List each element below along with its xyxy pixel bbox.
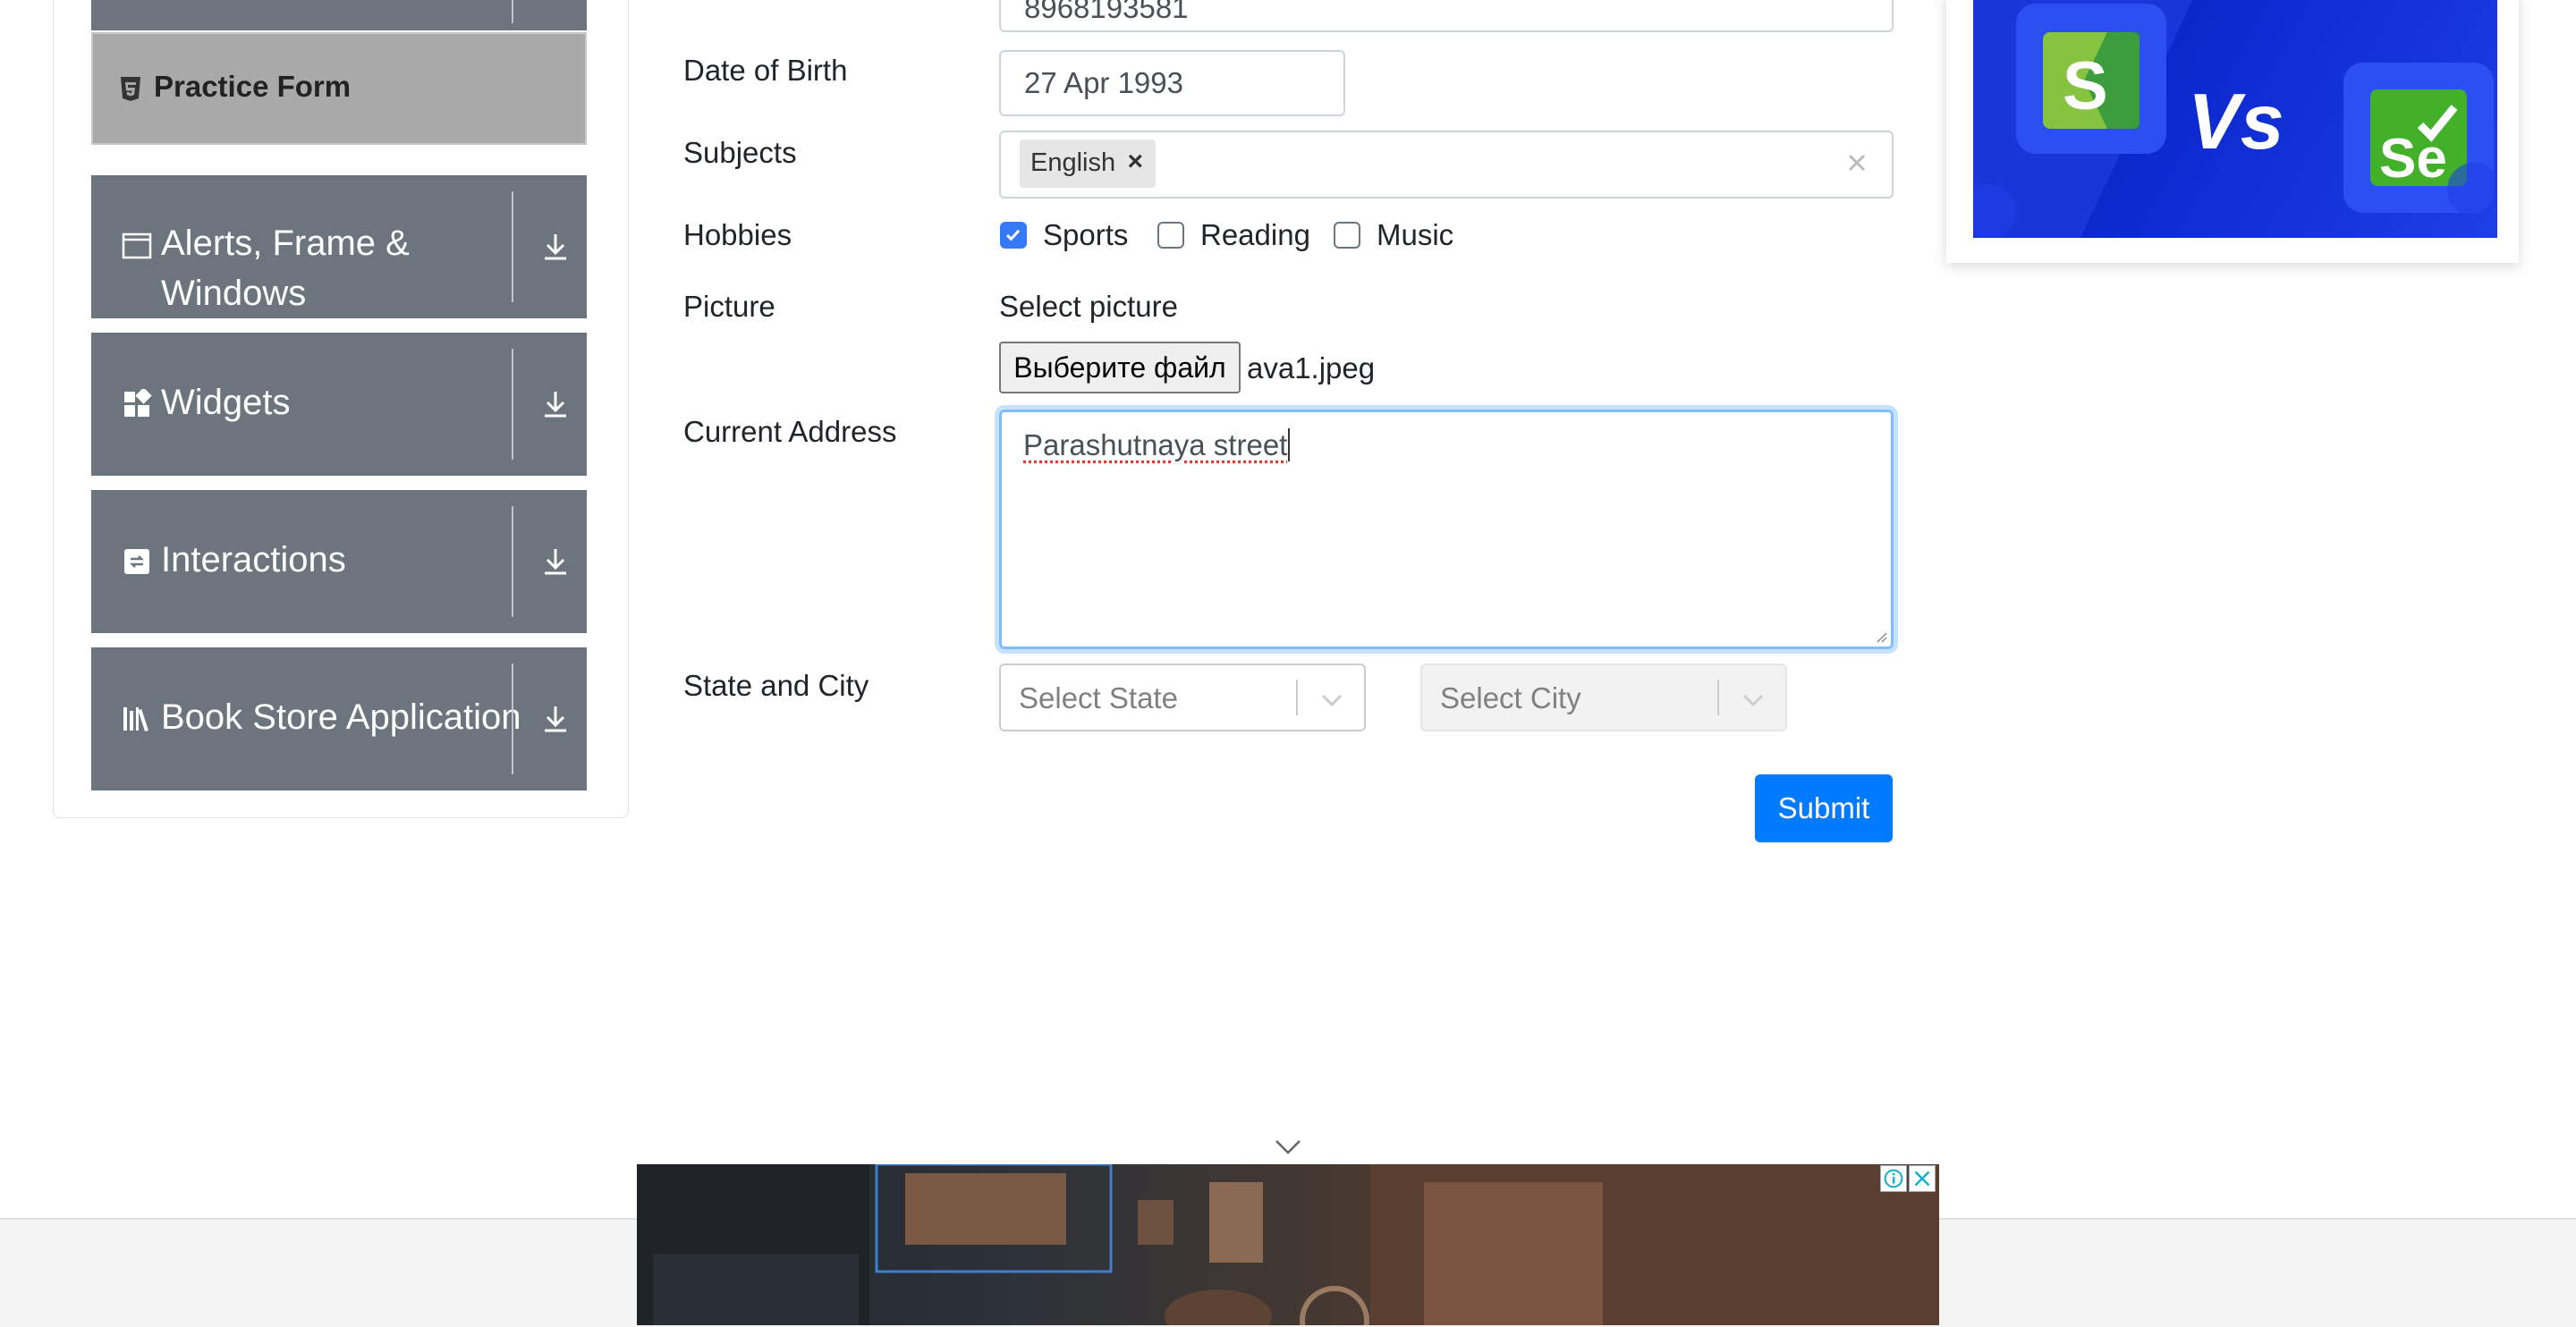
state-select[interactable]: Select State <box>999 664 1366 731</box>
books-icon <box>123 707 148 731</box>
city-select[interactable]: Select City <box>1420 664 1787 731</box>
sidebar-group-interactions[interactable]: Interactions <box>91 490 587 633</box>
sidebar-group-top-partial[interactable] <box>91 0 587 30</box>
group-divider <box>512 349 513 460</box>
chip-remove-icon[interactable]: × <box>1127 147 1143 177</box>
selenium-logo-text: Se <box>2379 128 2447 190</box>
select-separator <box>1717 680 1719 715</box>
mobile-value: 8968193581 <box>1024 0 1189 24</box>
ad-close-icon[interactable] <box>1909 1165 1936 1192</box>
sidebar-group-label: Alerts, Frame & Windows <box>161 224 410 313</box>
group-divider <box>512 506 513 617</box>
address-textarea[interactable]: Parashutnaya street <box>999 410 1894 649</box>
sidebar-group-bookstore[interactable]: Book Store Application <box>91 647 587 790</box>
dob-label: Date of Birth <box>683 54 848 87</box>
download-icon[interactable] <box>540 232 571 262</box>
picture-label: Picture <box>683 290 775 323</box>
group-divider <box>512 191 513 302</box>
ad-image: S Vs Se <box>1973 0 2497 238</box>
sports-label: Sports <box>1043 218 1129 251</box>
html5-icon <box>121 77 140 101</box>
group-divider <box>512 0 513 23</box>
sidebar-group-alerts[interactable]: Alerts, Frame & Windows <box>91 175 587 318</box>
sidebar-group-widgets[interactable]: Widgets <box>91 333 587 476</box>
window-icon <box>122 232 152 259</box>
music-label: Music <box>1377 218 1454 251</box>
address-value: Parashutnaya street <box>1023 428 1288 461</box>
file-name: ava1.jpeg <box>1247 351 1376 385</box>
submit-button[interactable]: Submit <box>1755 774 1893 842</box>
chevron-down-icon <box>1321 694 1343 707</box>
subjects-label: Subjects <box>683 136 797 169</box>
resize-handle-icon[interactable] <box>1873 629 1887 643</box>
choose-file-button[interactable]: Выберите файл <box>999 342 1241 393</box>
ad-info-icon[interactable] <box>1880 1165 1907 1192</box>
mobile-input[interactable]: 8968193581 <box>999 0 1894 32</box>
chevron-down-icon <box>1742 694 1764 707</box>
select-picture-label: Select picture <box>999 290 1178 323</box>
hobbies-label: Hobbies <box>683 218 792 251</box>
widgets-icon <box>124 389 152 417</box>
hobby-reading[interactable]: Reading <box>1157 218 1310 252</box>
ad-banner-bottom[interactable] <box>637 1164 1939 1325</box>
ad-banner-right[interactable]: S Vs Se <box>1946 0 2519 263</box>
subject-chip-label: English <box>1030 148 1116 177</box>
chevron-down-icon[interactable] <box>1274 1137 1302 1155</box>
katalon-logo-letter: S <box>2063 48 2108 124</box>
clear-icon[interactable] <box>1846 152 1868 173</box>
sidebar-group-label: Interactions <box>161 540 346 579</box>
address-label: Current Address <box>683 415 897 448</box>
dob-input[interactable]: 27 Apr 1993 <box>999 50 1345 116</box>
download-icon[interactable] <box>540 704 571 734</box>
text-caret <box>1288 428 1299 461</box>
ad-graphic: S Vs Se <box>1973 0 2497 238</box>
music-checkbox[interactable] <box>1334 222 1360 249</box>
versus-text: Vs <box>2188 77 2284 165</box>
ad-bottom-graphic <box>637 1164 1939 1325</box>
interactions-icon <box>124 549 149 574</box>
select-separator <box>1296 680 1298 715</box>
dob-value: 27 Apr 1993 <box>1024 66 1183 99</box>
city-placeholder: Select City <box>1440 681 1581 714</box>
group-divider <box>512 664 513 774</box>
hobby-music[interactable]: Music <box>1334 218 1453 252</box>
hobby-sports[interactable]: Sports <box>1000 218 1128 252</box>
subject-chip: English × <box>1020 139 1156 188</box>
check-icon <box>1005 229 1021 241</box>
sidebar-item-practice-form[interactable]: Practice Form <box>91 32 587 145</box>
sidebar-group-label: Widgets <box>161 383 291 422</box>
reading-checkbox[interactable] <box>1157 222 1184 249</box>
sidebar-item-label: Practice Form <box>154 70 352 103</box>
state-placeholder: Select State <box>1019 681 1178 714</box>
state-city-label: State and City <box>683 669 869 702</box>
reading-label: Reading <box>1200 218 1310 251</box>
download-icon[interactable] <box>540 546 571 577</box>
download-icon[interactable] <box>540 389 571 419</box>
sidebar-group-label: Book Store Application <box>161 697 521 737</box>
sports-checkbox[interactable] <box>1000 222 1027 249</box>
